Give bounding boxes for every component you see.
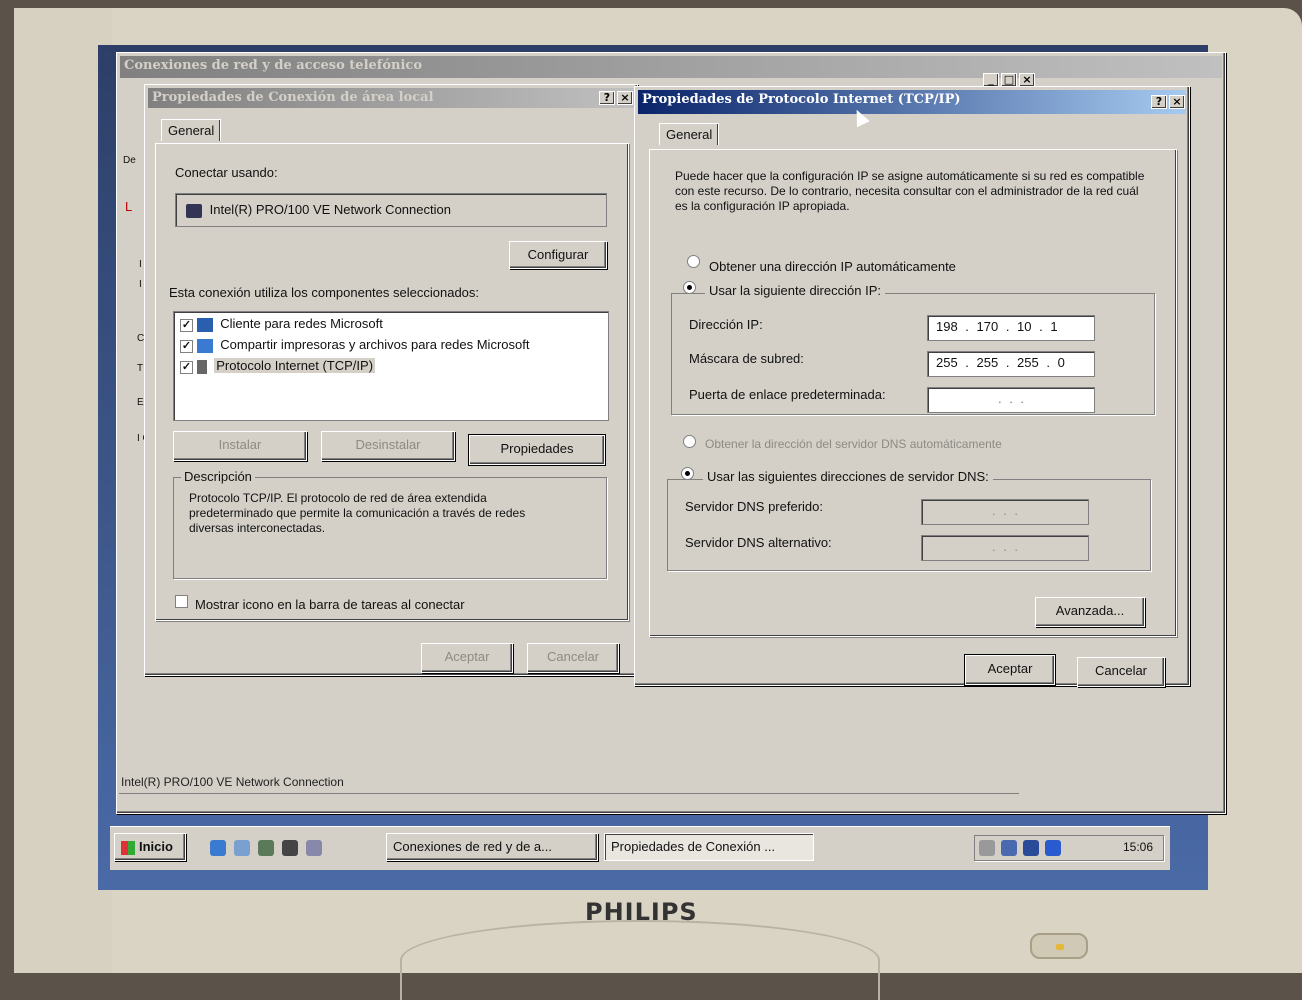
lan-properties-title: Propiedades de Conexión de área local [152,90,434,105]
task-network-connections[interactable]: Conexiones de red y de a... [386,833,598,861]
auto-dns-label: Obtener la dirección del servidor DNS au… [705,437,1002,451]
quicklaunch-extra-icon[interactable] [306,840,322,856]
mask-label: Máscara de subred: [689,351,804,366]
status-bar [119,793,1019,794]
side-letter: E [137,397,144,408]
components-list: ✓ Cliente para redes Microsoft ✓ Compart… [173,311,609,421]
network-connections-titlebar[interactable]: Conexiones de red y de acceso telefónico [120,56,1222,78]
minimize-icon[interactable]: _ [983,73,999,87]
side-letter: I [139,259,142,270]
ok-button[interactable]: Aceptar [964,654,1056,686]
connect-using-label: Conectar usando: [175,165,278,180]
components-label: Esta conexión utiliza los componentes se… [169,285,480,300]
gateway-label: Puerta de enlace predeterminada: [689,387,886,402]
start-label: Inicio [139,839,173,854]
preferred-dns-field[interactable]: . . . [921,499,1089,525]
advanced-button[interactable]: Avanzada... [1035,597,1145,627]
auto-dns-radio[interactable] [683,435,696,448]
list-item[interactable]: ✓ Cliente para redes Microsoft [180,316,383,332]
network-connections-title: Conexiones de red y de acceso telefónico [124,58,423,73]
network-tray-icon[interactable] [1001,840,1017,856]
side-letter: T [137,363,144,374]
tray-monitor-icon[interactable] [1023,840,1039,856]
taskbar: Inicio Conexiones de red y de a... Propi… [110,826,1170,870]
show-icon-checkbox[interactable] [175,595,188,608]
cancel-button[interactable]: Cancelar [1077,657,1165,687]
status-bar-text: Intel(R) PRO/100 VE Network Connection [121,775,344,789]
maximize-icon[interactable]: □ [1001,73,1017,87]
manual-ip-radio[interactable] [683,281,696,294]
close-icon[interactable]: × [1169,95,1185,109]
side-letter: I [139,279,142,290]
preferred-dns-label: Servidor DNS preferido: [685,499,823,514]
auto-ip-label: Obtener una dirección IP automáticamente [709,259,956,274]
tcpip-properties-titlebar[interactable]: Propiedades de Protocolo Internet (TCP/I… [638,90,1186,114]
adapter-field: Intel(R) PRO/100 VE Network Connection [175,193,607,227]
show-icon-label: Mostrar icono en la barra de tareas al c… [195,597,465,612]
lan-properties-dialog: Propiedades de Conexión de área local ? … [144,84,638,676]
uninstall-button[interactable]: Desinstalar [321,431,455,461]
side-letter: De [123,155,136,166]
network-connections-controls: _ □ × [983,73,1035,87]
help-icon[interactable]: ? [599,91,615,105]
ok-button[interactable]: Aceptar [421,643,513,673]
component-checkbox[interactable]: ✓ [180,319,193,332]
install-button[interactable]: Instalar [173,431,307,461]
tab-general[interactable]: General [659,123,720,145]
ie-icon[interactable] [210,840,226,856]
component-checkbox[interactable]: ✓ [180,361,193,374]
configure-button[interactable]: Configurar [509,241,607,269]
component-label: Protocolo Internet (TCP/IP) [214,358,376,373]
help-icon[interactable]: ? [1151,95,1167,109]
ip-field[interactable]: 198 . 170 . 10 . 1 [927,315,1095,341]
alternate-dns-field[interactable]: . . . [921,535,1089,561]
clock: 15:06 [1122,840,1153,854]
tcpip-properties-title: Propiedades de Protocolo Internet (TCP/I… [642,92,961,107]
alternate-dns-label: Servidor DNS alternativo: [685,535,832,550]
desktop-icon[interactable] [258,840,274,856]
manual-dns-radio[interactable] [681,467,694,480]
outlook-icon[interactable] [234,840,250,856]
manual-dns-label: Usar las siguientes direcciones de servi… [703,469,993,484]
properties-button[interactable]: Propiedades [468,434,606,466]
close-icon[interactable]: × [617,91,633,105]
auto-ip-radio[interactable] [687,255,700,268]
task-lan-properties[interactable]: Propiedades de Conexión ... [604,833,814,861]
description-text: Protocolo TCP/IP. El protocolo de red de… [189,491,526,535]
network-card-icon [186,203,202,218]
file-sharing-icon [196,338,213,353]
monitor-stand-curve [400,920,880,1000]
start-button[interactable]: Inicio [114,833,186,861]
tray-play-icon[interactable] [1045,840,1061,856]
media-player-icon[interactable] [282,840,298,856]
volume-icon[interactable] [979,840,995,856]
list-item[interactable]: ✓ Compartir impresoras y archivos para r… [180,337,529,353]
tcpip-dialog-controls: ? × [1151,95,1185,109]
gateway-field[interactable]: . . . [927,387,1095,413]
windows-logo-icon [121,840,135,855]
lan-properties-titlebar[interactable]: Propiedades de Conexión de área local [148,88,634,108]
lan-dialog-controls: ? × [599,91,633,105]
description-group-label: Descripción [181,469,255,484]
mask-field[interactable]: 255 . 255 . 255 . 0 [927,351,1095,377]
close-icon[interactable]: × [1019,73,1035,87]
system-tray: 15:06 [974,835,1164,861]
protocol-icon [196,359,207,374]
intro-text: Puede hacer que la configuración IP se a… [675,169,1145,213]
tab-general[interactable]: General [161,119,222,141]
side-letter: L [125,199,133,214]
tcpip-properties-dialog: Propiedades de Protocolo Internet (TCP/I… [634,86,1190,687]
network-client-icon [196,317,213,332]
component-label: Compartir impresoras y archivos para red… [220,337,530,352]
component-label: Cliente para redes Microsoft [220,316,383,331]
list-item[interactable]: ✓ Protocolo Internet (TCP/IP) [180,358,376,374]
manual-ip-label: Usar la siguiente dirección IP: [705,283,885,298]
component-checkbox[interactable]: ✓ [180,340,193,353]
ip-label: Dirección IP: [689,317,763,332]
adapter-name: Intel(R) PRO/100 VE Network Connection [209,202,451,217]
power-button-icon[interactable] [1030,933,1088,959]
cancel-button[interactable]: Cancelar [527,643,619,673]
